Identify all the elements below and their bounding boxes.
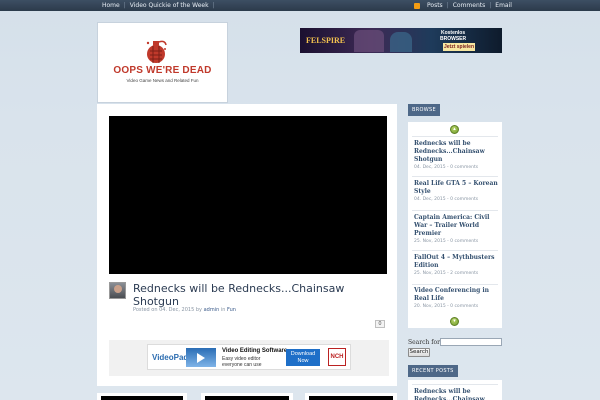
nav-email-link[interactable]: Email xyxy=(495,2,512,9)
ad-title: Video Editing Software xyxy=(222,348,288,354)
search-input[interactable] xyxy=(440,338,502,346)
ad-download-button[interactable]: Download Now xyxy=(286,349,320,366)
related-post-thumb[interactable] xyxy=(97,393,187,400)
site-logo[interactable]: OOPS WE'RE DEAD Video Game News and Rela… xyxy=(97,22,228,103)
meta-by: by xyxy=(195,307,202,313)
ad-brand: FELSPIRE xyxy=(306,36,346,45)
nav-comments-feed-link[interactable]: Comments xyxy=(453,2,486,9)
scroll-up-icon[interactable]: ▴ xyxy=(450,125,459,134)
comment-count-icon[interactable]: 0 xyxy=(375,320,385,328)
post-category-link[interactable]: Fun xyxy=(227,307,236,313)
post-meta: Posted on 04. Dec, 2015 by admin in Fun xyxy=(133,307,236,313)
banner-advertisement[interactable]: FELSPIRE Kostenlos BROWSER Jetzt spielen xyxy=(300,28,502,53)
sidebar-post-item[interactable]: FallOut 4 – Mythbusters Edition 25. Nov,… xyxy=(414,254,498,276)
meta-prefix: Posted on xyxy=(133,307,158,313)
post-author-link[interactable]: admin xyxy=(204,307,220,313)
nav-posts-feed-link[interactable]: Posts xyxy=(427,2,443,9)
ad-label: Kostenlos BROWSER xyxy=(440,30,466,42)
related-post-thumb[interactable] xyxy=(201,393,293,400)
sidebar-post-meta: 20. Nov, 2015 - 0 comments xyxy=(414,304,479,309)
search-button[interactable]: Search xyxy=(408,348,430,357)
divider xyxy=(412,250,498,251)
divider xyxy=(412,176,498,177)
scroll-down-icon[interactable]: ▾ xyxy=(450,317,459,326)
nav-separator: | xyxy=(489,2,492,9)
ad-play-button[interactable]: Jetzt spielen xyxy=(443,43,475,51)
main-content: Rednecks will be Rednecks...Chainsaw Sho… xyxy=(97,104,397,386)
browse-widget: ▴ Rednecks will be Rednecks...Chainsaw S… xyxy=(408,122,502,328)
top-nav-left: Home | Video Quickie of the Week | xyxy=(102,2,215,9)
post-title[interactable]: Rednecks will be Rednecks...Chainsaw Sho… xyxy=(133,282,373,308)
ad-label-line: BROWSER xyxy=(440,36,467,42)
nav-separator: | xyxy=(212,2,215,9)
nav-video-quickie-link[interactable]: Video Quickie of the Week xyxy=(130,2,209,9)
post-date: 04. Dec, 2015 xyxy=(159,307,195,313)
sidebar-post-item[interactable]: Video Conferencing in Real Life 20. Nov,… xyxy=(414,287,498,309)
sidebar-post-meta: 04. Dec, 2015 - 0 comments xyxy=(414,165,479,170)
recent-post-title[interactable]: Rednecks will be Rednecks...Chainsaw xyxy=(414,388,498,400)
search-label: Search for: xyxy=(408,339,442,346)
divider xyxy=(412,284,498,285)
author-avatar xyxy=(109,282,126,299)
recent-posts-heading: RECENT POSTS xyxy=(408,365,458,377)
divider xyxy=(412,136,498,137)
rss-icon[interactable] xyxy=(414,2,420,9)
divider xyxy=(412,384,498,385)
recent-posts-widget: Rednecks will be Rednecks...Chainsaw xyxy=(408,380,502,400)
top-nav-bar: Home | Video Quickie of the Week | Posts… xyxy=(0,0,600,11)
browse-heading: BROWSE xyxy=(408,104,440,116)
sidebar-post-title[interactable]: Real Life GTA 5 – Korean Style xyxy=(414,180,498,196)
sidebar-post-title[interactable]: Captain America: Civil War – Trailer Wor… xyxy=(414,214,498,238)
ad-subtitle: Easy video editor everyone can use xyxy=(222,356,262,368)
logo-title: OOPS WE'RE DEAD xyxy=(113,65,212,76)
sidebar-post-title[interactable]: Rednecks will be Rednecks...Chainsaw Sho… xyxy=(414,140,498,164)
sidebar-post-item[interactable]: Captain America: Civil War – Trailer Wor… xyxy=(414,214,498,244)
logo-subtitle: Video Game News and Related Fun xyxy=(126,78,199,83)
ad-publisher-logo: NCH xyxy=(328,348,346,366)
sidebar-post-meta: 25. Nov, 2015 - 0 comments xyxy=(414,239,479,244)
sidebar-post-meta: 25. Nov, 2015 - 2 comments xyxy=(414,271,479,276)
inline-ad-container: VideoPad Video Editing Software Easy vid… xyxy=(109,340,389,376)
recent-post-item[interactable]: Rednecks will be Rednecks...Chainsaw xyxy=(414,388,498,400)
divider xyxy=(412,210,498,211)
ad-brand: VideoPad xyxy=(152,353,189,362)
meta-in: in xyxy=(220,307,226,313)
ad-character-image xyxy=(354,30,384,52)
nav-separator: | xyxy=(123,2,126,9)
sidebar-post-title[interactable]: Video Conferencing in Real Life xyxy=(414,287,498,303)
related-post-thumb[interactable] xyxy=(305,393,397,400)
ad-play-icon xyxy=(186,348,216,367)
inline-advertisement[interactable]: VideoPad Video Editing Software Easy vid… xyxy=(147,344,351,370)
nav-separator: | xyxy=(446,2,449,9)
related-posts-row xyxy=(97,393,397,400)
sidebar-post-meta: 04. Dec, 2015 - 0 comments xyxy=(414,197,479,202)
grenade-icon xyxy=(146,40,167,63)
top-nav-right: Posts | Comments | Email xyxy=(414,2,512,9)
sidebar-post-item[interactable]: Rednecks will be Rednecks...Chainsaw Sho… xyxy=(414,140,498,170)
ad-character-image xyxy=(390,32,412,52)
nav-home-link[interactable]: Home xyxy=(102,2,120,9)
sidebar-post-item[interactable]: Real Life GTA 5 – Korean Style 04. Dec, … xyxy=(414,180,498,202)
sidebar-post-title[interactable]: FallOut 4 – Mythbusters Edition xyxy=(414,254,498,270)
video-player[interactable] xyxy=(109,116,387,274)
